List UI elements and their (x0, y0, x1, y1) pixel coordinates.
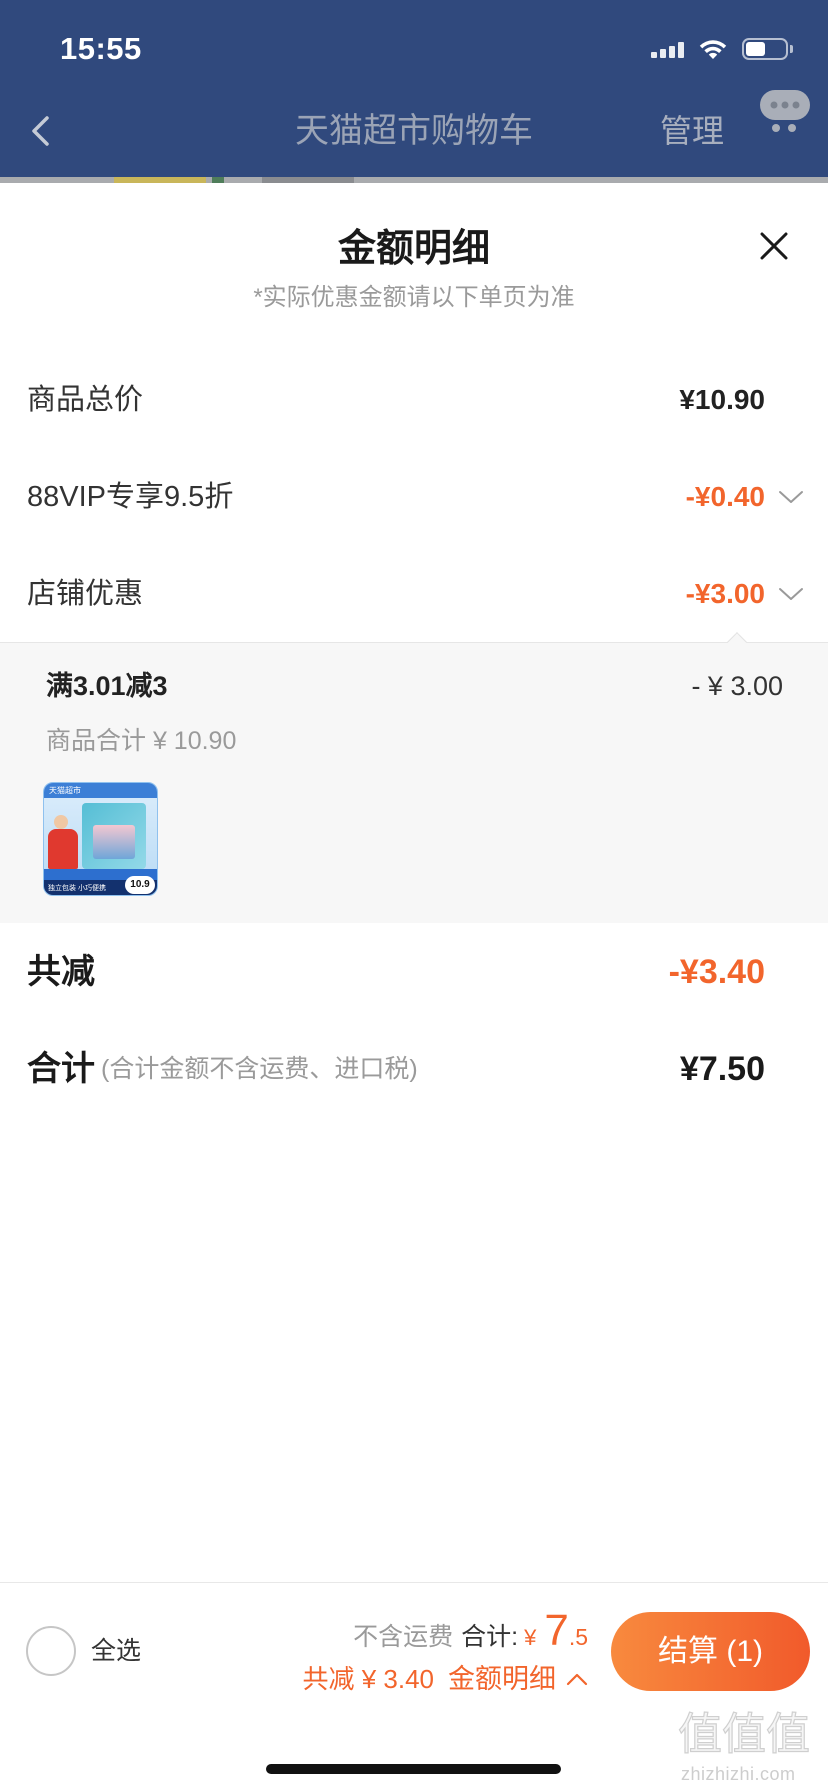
close-icon (760, 232, 788, 260)
total-label: 合计: (461, 1623, 519, 1651)
total-row: 合计 (合计金额不含运费、进口税) (27, 1048, 418, 1090)
signal-icon (651, 41, 687, 58)
row-label: 88VIP专享9.5折 (27, 481, 234, 513)
select-all-label[interactable]: 全选 (91, 1635, 141, 1667)
total-note: (合计金额不含运费、进口税) (101, 1055, 418, 1083)
row-goods-total: 商品总价 ¥10.90 (0, 360, 828, 440)
thumb-price: 10.9 (125, 876, 155, 894)
row-vip-discount[interactable]: 88VIP专享9.5折 -¥0.40 (0, 457, 828, 537)
peek-product-image (262, 177, 354, 183)
manage-button[interactable]: 管理 (660, 112, 724, 150)
select-all-checkbox[interactable] (26, 1626, 76, 1676)
chat-bubble-icon (760, 90, 810, 132)
chevron-down-icon[interactable] (778, 586, 804, 602)
watermark-logo: 值值值 (677, 1709, 810, 1759)
sheet-title: 金额明细 (337, 228, 490, 270)
product-thumbnail[interactable]: 天猫超市 独立包装 小巧便携 10.9 (43, 782, 158, 896)
checkout-button[interactable]: 结算 (1) (611, 1612, 810, 1691)
total-discount-value: -¥3.40 (668, 953, 765, 991)
bottom-bar-border (0, 1582, 828, 1583)
peek-product-image (114, 177, 206, 183)
amount-detail-link[interactable]: 金额明细 (448, 1662, 556, 1696)
total-discount-label: 共减 (27, 953, 95, 991)
currency-symbol: ¥ (524, 1625, 537, 1650)
thumb-package (82, 803, 146, 869)
promo-subtotal: 商品合计 ¥ 10.90 (46, 727, 237, 755)
row-store-discount[interactable]: 店铺优惠 -¥3.00 (0, 554, 828, 634)
cart-page-peek-strip (0, 177, 828, 183)
promo-amount: - ¥ 3.00 (691, 671, 783, 701)
shipping-note: 不含运费 (353, 1623, 454, 1651)
chevron-up-icon[interactable] (566, 1672, 588, 1686)
status-time: 15:55 (60, 31, 142, 66)
row-value: -¥0.40 (685, 481, 765, 512)
row-label: 店铺优惠 (27, 578, 144, 610)
battery-level-fill (746, 42, 765, 56)
discount-summary: 共减 ¥ 3.40 (302, 1664, 434, 1694)
chevron-down-icon[interactable] (778, 489, 804, 505)
row-value: -¥3.00 (685, 578, 765, 609)
bottom-discount-line[interactable]: 共减 ¥ 3.40 金额明细 (302, 1662, 588, 1696)
home-indicator[interactable] (266, 1764, 561, 1774)
total-label: 合计 (27, 1050, 95, 1088)
thumb-brand: 天猫超市 (44, 783, 157, 798)
close-button[interactable] (759, 231, 789, 266)
bottom-total: 不含运费 合计: ¥ 7 .5 (353, 1609, 588, 1653)
row-label: 商品总价 (27, 384, 144, 416)
sheet-subtitle: *实际优惠金额请以下单页为准 (253, 284, 575, 311)
chat-button[interactable] (758, 88, 814, 141)
thumb-model-body (48, 829, 78, 869)
battery-cap (790, 45, 793, 53)
thumb-package-photo (93, 825, 135, 859)
watermark-site: zhizhizhi.com (681, 1764, 796, 1784)
wifi-icon (698, 38, 728, 65)
peek-product-image (212, 177, 224, 183)
thumb-model-head (54, 815, 68, 829)
promo-title: 满3.01减3 (46, 671, 168, 701)
row-value: ¥10.90 (679, 384, 765, 415)
total-value: ¥7.50 (679, 1050, 765, 1088)
total-integer: 7 (544, 1606, 569, 1655)
total-decimal: .5 (568, 1624, 588, 1650)
battery-icon (742, 38, 788, 60)
